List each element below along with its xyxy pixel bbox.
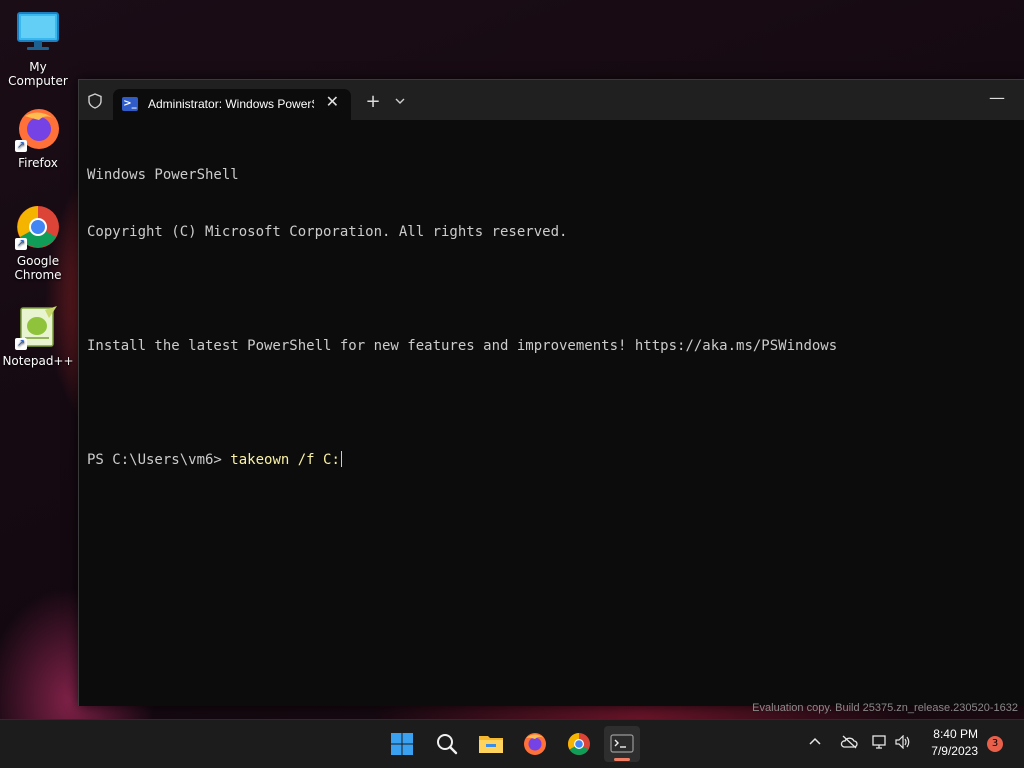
desktop-icon-notepadpp[interactable]: ↗ Notepad++ xyxy=(0,304,76,368)
close-tab-button[interactable]: ✕ xyxy=(326,94,339,110)
powershell-icon: >_ xyxy=(122,97,138,111)
console-line: Windows PowerShell xyxy=(87,167,239,183)
terminal-taskbar-button[interactable] xyxy=(604,726,640,762)
chrome-icon xyxy=(568,733,590,755)
desktop-icon-my-computer[interactable]: My Computer xyxy=(0,10,76,88)
start-button[interactable] xyxy=(384,726,420,762)
desktop-icon-label: Firefox xyxy=(18,156,58,170)
desktop-icon-chrome[interactable]: ↗ Google Chrome xyxy=(0,204,76,282)
prompt-line[interactable]: PS C:\Users\vm6> takeown /f C: xyxy=(87,451,1017,470)
firefox-icon xyxy=(524,733,546,755)
console-line: Install the latest PowerShell for new fe… xyxy=(87,338,838,354)
search-button[interactable] xyxy=(429,726,465,762)
notepadpp-icon: ↗ xyxy=(15,304,61,350)
chrome-icon: ↗ xyxy=(15,204,61,250)
clock-date: 7/9/2023 xyxy=(931,744,978,758)
command-input[interactable]: takeown /f C: xyxy=(230,452,340,468)
file-explorer-button[interactable] xyxy=(473,726,509,762)
search-icon xyxy=(437,734,458,755)
evaluation-watermark: Evaluation copy. Build 25375.zn_release.… xyxy=(752,702,1018,714)
new-tab-button[interactable]: + xyxy=(363,91,383,112)
onedrive-offline-icon[interactable] xyxy=(840,735,858,753)
text-cursor xyxy=(340,451,342,467)
chrome-taskbar-button[interactable] xyxy=(561,726,597,762)
clock-time: 8:40 PM xyxy=(933,727,978,741)
firefox-icon: ↗ xyxy=(15,106,61,152)
chevron-down-icon[interactable] xyxy=(393,93,407,107)
volume-icon[interactable] xyxy=(895,734,911,753)
prompt: PS C:\Users\vm6> xyxy=(87,452,231,468)
title-bar[interactable]: >_ Administrator: Windows PowerShell ✕ +… xyxy=(79,80,1024,120)
desktop-icon-label: My Computer xyxy=(8,60,68,88)
minimize-button[interactable]: — xyxy=(989,88,1005,107)
active-indicator xyxy=(614,758,630,761)
shortcut-arrow-icon: ↗ xyxy=(15,338,27,350)
shortcut-arrow-icon: ↗ xyxy=(15,140,27,152)
computer-icon xyxy=(15,10,61,56)
desktop-icon-label: Google Chrome xyxy=(14,254,62,282)
desktop-icon-firefox[interactable]: ↗ Firefox xyxy=(0,106,76,170)
terminal-window[interactable]: >_ Administrator: Windows PowerShell ✕ +… xyxy=(78,79,1024,706)
terminal-icon xyxy=(610,734,634,753)
tab-title: Administrator: Windows PowerShell xyxy=(148,97,314,111)
console-line: Copyright (C) Microsoft Corporation. All… xyxy=(87,224,568,240)
firefox-taskbar-button[interactable] xyxy=(517,726,553,762)
shortcut-arrow-icon: ↗ xyxy=(15,238,27,250)
network-icon[interactable] xyxy=(872,735,888,753)
show-hidden-icons-button[interactable] xyxy=(808,735,822,753)
folder-icon xyxy=(479,736,503,753)
tab-powershell[interactable]: >_ Administrator: Windows PowerShell ✕ xyxy=(113,89,351,120)
shield-icon[interactable] xyxy=(87,93,103,109)
desktop-icon-label: Notepad++ xyxy=(2,354,74,368)
notification-badge[interactable]: 3 xyxy=(987,736,1003,752)
clock[interactable]: 8:40 PM 7/9/2023 xyxy=(931,726,978,760)
chevron-up-icon xyxy=(809,737,821,745)
windows-icon xyxy=(391,733,413,755)
taskbar: 8:40 PM 7/9/2023 3 xyxy=(0,719,1024,768)
console-output[interactable]: Windows PowerShell Copyright (C) Microso… xyxy=(87,128,1017,698)
